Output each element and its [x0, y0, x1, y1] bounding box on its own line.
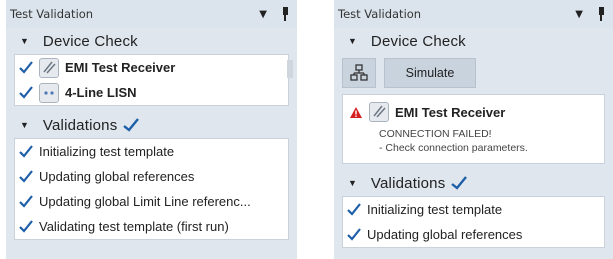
warning-icon — [350, 106, 362, 118]
pin-icon[interactable] — [597, 7, 605, 21]
validation-item: Updating global Limit Line referenc... — [15, 189, 288, 214]
panel-titlebar: Test Validation ▼ — [334, 0, 613, 28]
device-name: EMI Test Receiver — [65, 60, 176, 75]
collapse-triangle-icon[interactable]: ▼ — [348, 36, 357, 46]
error-device-row: EMI Test Receiver — [349, 101, 598, 123]
validation-item-label: Updating global references — [39, 169, 195, 184]
test-validation-panel-left: Test Validation ▼ ▼ Device Check EMI Tes… — [6, 0, 297, 259]
validation-item: Updating global references — [15, 164, 288, 189]
validation-item: Initializing test template — [343, 197, 604, 222]
device-toolbar: Simulate — [334, 54, 613, 88]
validation-item: Initializing test template — [15, 139, 288, 164]
device-row[interactable]: EMI Test Receiver — [15, 55, 288, 80]
checkmark-icon — [19, 145, 33, 158]
collapse-triangle-icon[interactable]: ▼ — [20, 36, 29, 46]
validations-header[interactable]: ▼ Validations — [334, 170, 613, 196]
validation-item: Validating test template (first run) — [15, 214, 288, 239]
validations-header[interactable]: ▼ Validations — [6, 112, 297, 138]
panel-title: Test Validation — [338, 7, 422, 21]
checkmark-icon — [347, 228, 361, 241]
receiver-icon — [369, 102, 389, 122]
device-name: EMI Test Receiver — [395, 104, 506, 120]
scrollbar[interactable] — [287, 60, 293, 78]
validations-label: Validations — [42, 116, 118, 134]
checkmark-icon — [19, 86, 33, 99]
validation-item-label: Validating test template (first run) — [39, 219, 229, 234]
simulate-button[interactable]: Simulate — [384, 58, 476, 88]
connection-error-box: EMI Test Receiver CONNECTION FAILED! - C… — [342, 94, 605, 164]
validations-label: Validations — [370, 174, 446, 192]
validation-item-label: Initializing test template — [39, 144, 175, 159]
collapse-triangle-icon[interactable]: ▼ — [20, 120, 29, 130]
panel-title: Test Validation — [10, 7, 94, 21]
network-button[interactable] — [342, 58, 376, 88]
validation-item-label: Updating global Limit Line referenc... — [39, 194, 251, 209]
receiver-icon — [39, 57, 59, 78]
collapse-triangle-icon[interactable]: ▼ — [348, 178, 357, 188]
device-check-label: Device Check — [370, 32, 466, 50]
checkmark-icon — [19, 170, 33, 183]
device-check-header[interactable]: ▼ Device Check — [6, 28, 297, 54]
panel-titlebar: Test Validation ▼ — [6, 0, 297, 28]
validation-item-label: Initializing test template — [367, 202, 503, 217]
device-name: 4-Line LISN — [65, 85, 137, 100]
dropdown-arrow-icon[interactable]: ▼ — [259, 9, 267, 20]
device-check-label: Device Check — [42, 32, 138, 50]
lisn-icon — [39, 82, 59, 103]
network-icon — [350, 64, 368, 81]
validation-item: Updating global references — [343, 222, 604, 247]
device-check-header[interactable]: ▼ Device Check — [334, 28, 613, 54]
test-validation-panel-right: Test Validation ▼ ▼ Device Check Simulat… — [334, 0, 613, 259]
validation-list: Initializing test template Updating glob… — [14, 138, 289, 240]
device-row[interactable]: 4-Line LISN — [15, 80, 288, 105]
error-title: CONNECTION FAILED! — [379, 128, 492, 140]
error-hint: - Check connection parameters. — [379, 142, 528, 154]
checkmark-icon — [19, 220, 33, 233]
checkmark-icon — [19, 61, 33, 74]
checkmark-icon — [347, 203, 361, 216]
pin-icon[interactable] — [281, 7, 289, 21]
validation-item-label: Updating global references — [367, 227, 523, 242]
validation-list: Initializing test template Updating glob… — [342, 196, 605, 248]
dropdown-arrow-icon[interactable]: ▼ — [575, 9, 583, 20]
checkmark-icon — [451, 176, 468, 190]
device-list: EMI Test Receiver 4-Line LISN — [14, 54, 289, 106]
checkmark-icon — [123, 118, 140, 132]
checkmark-icon — [19, 195, 33, 208]
